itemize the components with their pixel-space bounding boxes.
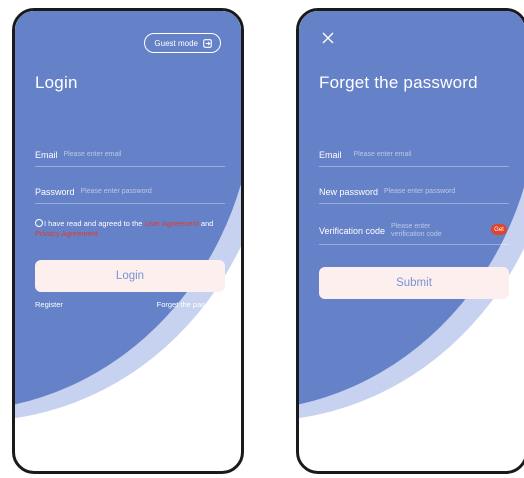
email-label: Email	[35, 150, 58, 160]
new-password-field[interactable]: New password Please enter password	[319, 181, 509, 204]
get-code-button[interactable]: Get	[491, 224, 507, 235]
register-link[interactable]: Register	[35, 300, 63, 309]
email-label: Email	[319, 150, 342, 160]
radio-icon[interactable]	[35, 219, 43, 227]
verification-label: Verification code	[319, 226, 386, 236]
page-title: Forget the password	[319, 73, 478, 92]
forget-password-link[interactable]: Forget the password	[157, 300, 225, 309]
new-password-input[interactable]: Please enter password	[384, 188, 455, 196]
email-field[interactable]: Email Please enter email	[35, 144, 225, 167]
email-field[interactable]: Email Please enter email	[319, 144, 509, 167]
password-label: Password	[35, 187, 75, 197]
guest-mode-button[interactable]: Guest mode	[144, 33, 221, 53]
exit-icon	[203, 38, 212, 48]
agree-label: I have read and agreed to the	[44, 219, 143, 228]
and-label: and	[200, 219, 214, 228]
verification-input[interactable]: Please enter verification code	[391, 223, 461, 239]
email-input[interactable]: Please enter email	[64, 151, 122, 159]
privacy-agreement-link[interactable]: Privacy Agreement	[35, 229, 98, 238]
verification-field[interactable]: Verification code Please enter verificat…	[319, 218, 509, 245]
email-input[interactable]: Please enter email	[354, 151, 412, 159]
submit-button[interactable]: Submit	[319, 267, 509, 299]
password-field[interactable]: Password Please enter password	[35, 181, 225, 204]
login-button[interactable]: Login	[35, 260, 225, 292]
user-agreement-link[interactable]: User Agreement	[145, 219, 199, 228]
page-title: Login	[35, 73, 78, 92]
forget-password-screen: Forget the password Email Please enter e…	[296, 8, 524, 474]
close-icon[interactable]	[321, 31, 335, 45]
password-input[interactable]: Please enter password	[81, 188, 152, 196]
new-password-label: New password	[319, 187, 379, 197]
login-screen: Guest mode Login Email Please enter emai…	[12, 8, 244, 474]
guest-mode-label: Guest mode	[154, 38, 198, 48]
agreement-text: I have read and agreed to the User Agree…	[35, 219, 217, 239]
